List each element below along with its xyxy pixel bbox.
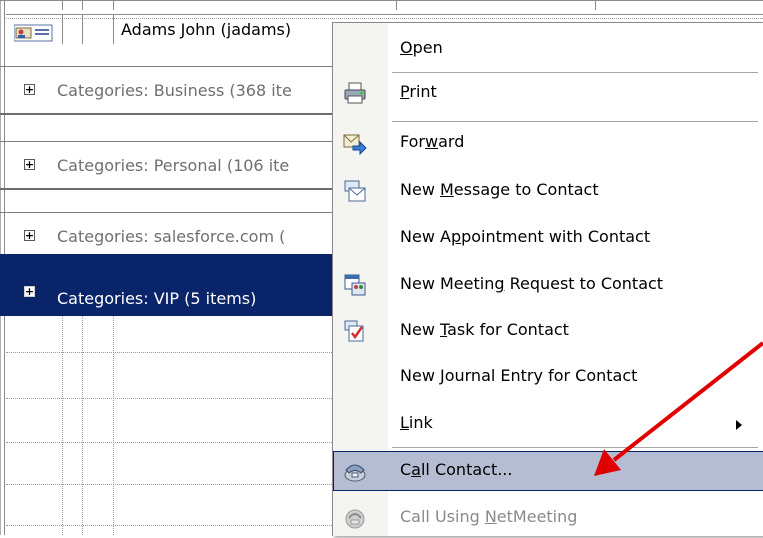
grid-line [6, 525, 336, 526]
menu-item-label: Print [400, 82, 437, 101]
grid-line [113, 316, 114, 535]
menu-item-open[interactable]: Open [333, 29, 763, 69]
grid-line [6, 484, 336, 485]
menu-item-new-task[interactable]: New Task for Contact [333, 311, 763, 351]
menu-item-label: Link [400, 413, 433, 432]
task-icon [343, 319, 367, 343]
contact-name: Adams John (jadams) [121, 20, 292, 39]
menu-item-label: Call Contact... [400, 460, 513, 479]
phone-icon [343, 459, 367, 483]
cell-divider [113, 14, 114, 44]
forward-icon [343, 131, 367, 156]
row-line [6, 18, 763, 19]
grid-line [6, 352, 336, 353]
category-label: Categories: Business (368 ite [57, 81, 292, 100]
menu-item-call-netmeeting[interactable]: Call Using NetMeeting [333, 498, 763, 538]
menu-item-link[interactable]: Link [333, 404, 763, 444]
menu-item-label: New Journal Entry for Contact [400, 366, 638, 385]
menu-item-print[interactable]: Print [333, 73, 763, 113]
menu-separator [392, 121, 758, 122]
menu-item-new-meeting-request[interactable]: New Meeting Request to Contact [333, 265, 763, 305]
contact-card-icon [13, 22, 54, 44]
cell-divider [62, 14, 63, 44]
grid-line [6, 442, 336, 443]
menu-item-label: New Task for Contact [400, 320, 569, 339]
menu-item-label: Open [400, 38, 443, 57]
menu-item-label: New Message to Contact [400, 180, 599, 199]
menu-item-label: New Meeting Request to Contact [400, 274, 664, 293]
menu-item-label: Forward [400, 132, 465, 151]
grid-line [6, 398, 336, 399]
category-label: Categories: VIP (5 items) [57, 289, 257, 308]
menu-item-new-message[interactable]: New Message to Contact [333, 171, 763, 211]
menu-separator [392, 447, 758, 448]
category-label: Categories: Personal (106 ite [57, 156, 290, 175]
menu-item-call-contact[interactable]: Call Contact... [333, 451, 763, 491]
expand-icon[interactable]: + [24, 84, 35, 95]
menu-item-label: New Appointment with Contact [400, 227, 651, 246]
menu-item-new-journal[interactable]: New Journal Entry for Contact [333, 357, 763, 397]
expand-icon[interactable]: + [24, 230, 35, 241]
expand-icon[interactable]: + [24, 159, 35, 170]
grid-line [62, 316, 63, 535]
printer-icon [343, 81, 367, 105]
new-message-icon [343, 179, 367, 203]
row-line [6, 14, 763, 15]
menu-item-label: Call Using NetMeeting [400, 507, 578, 526]
category-label: Categories: salesforce.com ( [57, 227, 286, 246]
cell-divider [82, 14, 83, 44]
submenu-arrow-icon [736, 420, 742, 430]
expand-icon[interactable]: + [24, 286, 35, 297]
menu-item-forward[interactable]: Forward [333, 123, 763, 163]
netmeeting-icon [343, 506, 367, 530]
grid-line [82, 316, 83, 535]
meeting-request-icon [343, 273, 367, 297]
menu-item-new-appointment[interactable]: New Appointment with Contact [333, 218, 763, 258]
context-menu: Open Print Forward New Message to Contac… [332, 22, 763, 536]
